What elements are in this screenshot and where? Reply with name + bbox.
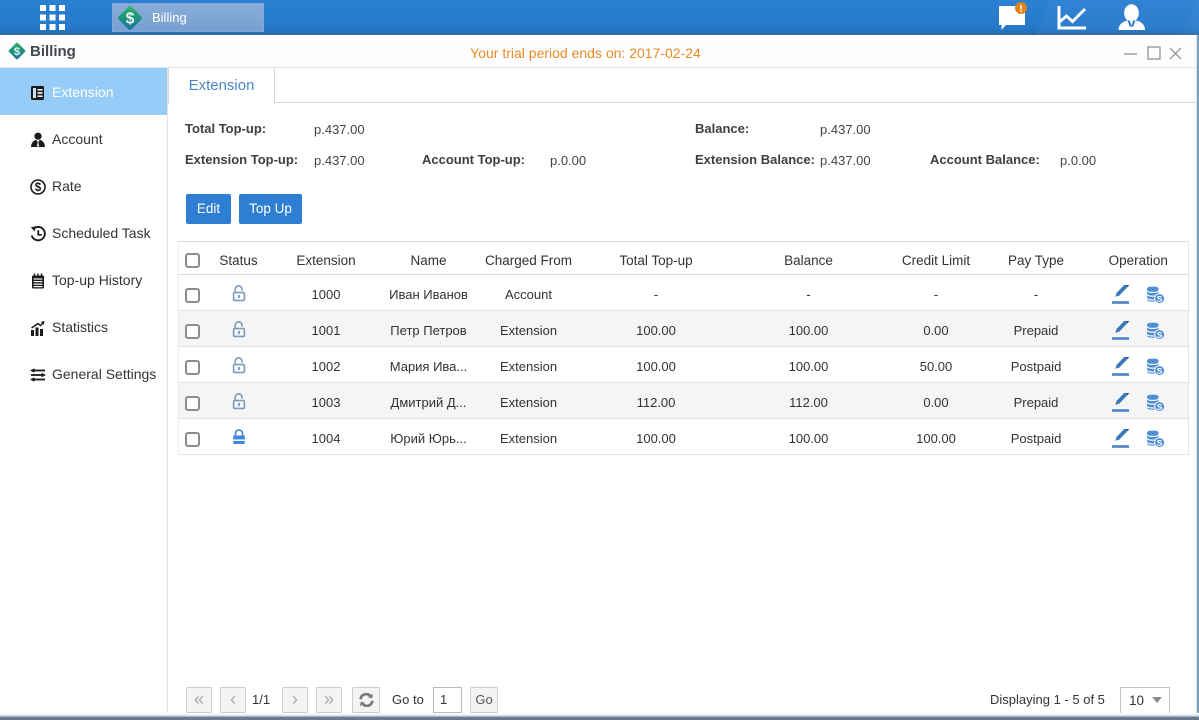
svg-text:$: $ (126, 10, 135, 27)
svg-text:$: $ (35, 182, 42, 194)
svg-text:!: ! (1019, 4, 1022, 15)
